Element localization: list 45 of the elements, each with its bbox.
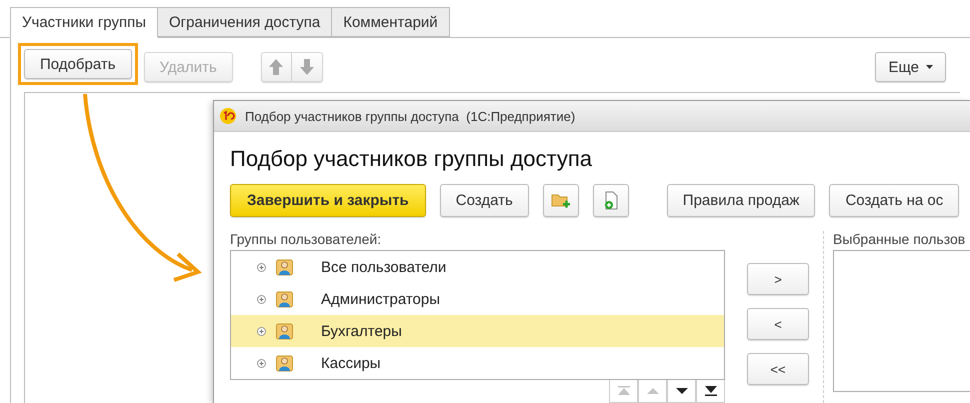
expand-icon[interactable] bbox=[257, 294, 266, 304]
groups-label: Группы пользователей: bbox=[230, 231, 382, 249]
selected-users-label: Выбранные пользов bbox=[833, 231, 966, 249]
group-row[interactable]: Кассиры bbox=[231, 347, 724, 379]
triangle-up-icon bbox=[646, 386, 658, 396]
group-name: Бухгалтеры bbox=[321, 322, 402, 340]
down-arrow-icon bbox=[300, 59, 314, 75]
app-logo-icon bbox=[220, 108, 236, 124]
window-title: Подбор участников группы доступа (1С:Предприятие) bbox=[245, 108, 576, 124]
add-item-button[interactable] bbox=[592, 184, 629, 217]
group-row[interactable]: Все пользователи bbox=[231, 251, 724, 283]
scroll-top-icon bbox=[618, 386, 630, 396]
user-group-icon bbox=[276, 322, 293, 340]
group-name: Администраторы bbox=[321, 290, 440, 308]
folder-plus-icon bbox=[550, 192, 571, 210]
caret-icon bbox=[926, 65, 933, 69]
transfer-button[interactable]: << bbox=[747, 353, 809, 385]
list-nav-button[interactable] bbox=[667, 380, 696, 403]
scroll-bottom-icon bbox=[704, 386, 716, 396]
toolbar-button[interactable]: Создать bbox=[440, 184, 529, 217]
transfer-button[interactable]: > bbox=[747, 263, 809, 295]
finish-and-close-button[interactable]: Завершить и закрыть bbox=[230, 184, 426, 217]
toolbar-button[interactable]: Создать на ос bbox=[829, 184, 960, 217]
user-group-icon bbox=[276, 258, 293, 276]
group-name: Кассиры bbox=[321, 354, 381, 372]
triangle-down-icon bbox=[676, 386, 688, 396]
dialog-heading: Подбор участников группы доступа bbox=[230, 145, 594, 173]
add-folder-button[interactable] bbox=[542, 184, 579, 217]
list-nav-button[interactable] bbox=[696, 380, 725, 403]
toolbar-button[interactable]: Правила продаж bbox=[666, 184, 816, 217]
group-row[interactable]: Бухгалтеры bbox=[231, 315, 724, 347]
tab[interactable]: Участники группы bbox=[10, 7, 158, 38]
tab[interactable]: Ограничения доступа bbox=[158, 7, 332, 37]
pick-button[interactable]: Подобрать bbox=[24, 49, 132, 79]
expand-icon[interactable] bbox=[257, 326, 266, 336]
group-name: Все пользователи bbox=[321, 258, 446, 276]
expand-icon[interactable] bbox=[257, 262, 266, 272]
group-row[interactable]: Администраторы bbox=[231, 283, 724, 315]
more-button[interactable]: Еще bbox=[875, 52, 946, 82]
up-arrow-icon bbox=[269, 59, 284, 75]
user-group-icon bbox=[276, 354, 293, 372]
transfer-button[interactable]: < bbox=[747, 308, 809, 340]
user-group-icon bbox=[276, 290, 293, 308]
expand-icon[interactable] bbox=[257, 358, 266, 368]
tab[interactable]: Комментарий bbox=[332, 7, 450, 37]
